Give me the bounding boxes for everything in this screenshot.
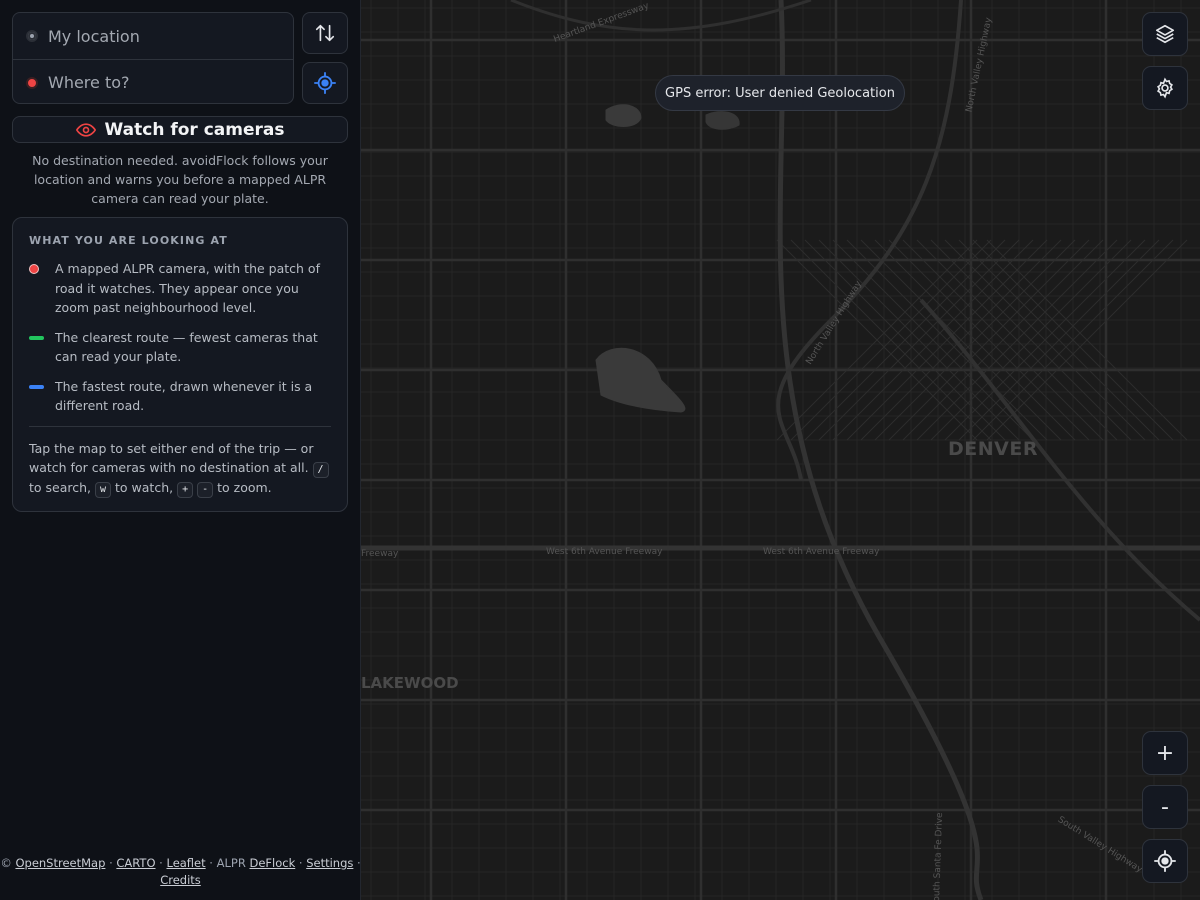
help-text-part: Tap the map to set either end of the tri…: [29, 440, 314, 475]
zoom-out-key-hint: -: [197, 481, 214, 498]
copyright-symbol: ©: [0, 856, 12, 870]
destination-input[interactable]: Where to?: [48, 73, 130, 92]
crosshair-icon: [1154, 850, 1176, 872]
carto-link[interactable]: CARTO: [116, 856, 155, 870]
help-text-part: to search,: [29, 479, 92, 495]
separator: ·: [109, 856, 113, 870]
legend-item-text: The clearest route — fewest cameras that…: [55, 329, 318, 365]
road-label: Freeway: [361, 549, 399, 559]
green-line-icon: [29, 335, 44, 340]
legend-help-text: Tap the map to set either end of the tri…: [29, 439, 331, 498]
destination-dot-icon: [26, 76, 38, 89]
watch-for-cameras-button[interactable]: Watch for cameras: [12, 116, 348, 143]
search-key-hint: /: [312, 461, 329, 478]
separator: ·: [159, 856, 163, 870]
watch-description: No destination needed. avoidFlock follow…: [32, 153, 328, 206]
recenter-button[interactable]: [1142, 839, 1188, 883]
legend-item-clearest-route: The clearest route — fewest cameras that…: [29, 328, 331, 367]
watch-button-label: Watch for cameras: [104, 119, 285, 140]
crosshair-icon: [314, 72, 336, 94]
legend-item-fastest-route: The fastest route, drawn whenever it is …: [29, 377, 331, 416]
legend-item-text: A mapped ALPR camera, with the patch of …: [55, 261, 320, 315]
alpr-label: ALPR: [216, 856, 246, 870]
zoom-in-button[interactable]: +: [1142, 731, 1188, 775]
use-my-location-button[interactable]: [302, 62, 348, 104]
layers-icon: [1155, 24, 1175, 44]
legend-item-camera: A mapped ALPR camera, with the patch of …: [29, 259, 331, 318]
legend-divider: [29, 425, 331, 427]
attribution-footer: © OpenStreetMap · CARTO · Leaflet · ALPR…: [0, 855, 361, 889]
legend-title: WHAT YOU ARE LOOKING AT: [29, 234, 228, 247]
road-label: West 6th Avenue Freeway: [546, 547, 663, 557]
map-tiles[interactable]: [361, 0, 1200, 900]
sidebar: My location Where to? Watch for cameras …: [0, 0, 361, 900]
eye-icon: [75, 122, 96, 137]
city-label-lakewood: LAKEWOOD: [361, 674, 459, 692]
gps-error-toast: GPS error: User denied Geolocation: [655, 75, 905, 111]
settings-link[interactable]: Settings: [306, 856, 353, 870]
route-input-box: My location Where to?: [12, 12, 294, 104]
settings-button[interactable]: [1142, 66, 1188, 110]
destination-field[interactable]: Where to?: [13, 59, 293, 105]
origin-input[interactable]: My location: [48, 27, 140, 46]
legend-panel: WHAT YOU ARE LOOKING AT A mapped ALPR ca…: [12, 217, 348, 512]
deflock-link[interactable]: DeFlock: [249, 856, 295, 870]
camera-dot-icon: [29, 264, 39, 274]
help-text-part: to zoom.: [217, 479, 272, 495]
map-canvas[interactable]: DENVER LAKEWOOD Heartland Expressway Nor…: [361, 0, 1200, 900]
legend-item-text: The fastest route, drawn whenever it is …: [55, 378, 313, 414]
swap-button[interactable]: [302, 12, 348, 54]
zoom-out-button[interactable]: -: [1142, 785, 1188, 829]
watch-key-hint: w: [95, 481, 112, 498]
road-label: West 6th Avenue Freeway: [763, 547, 880, 557]
credits-link[interactable]: Credits: [160, 873, 201, 887]
gear-icon: [1157, 77, 1173, 99]
zoom-in-key-hint: +: [177, 481, 194, 498]
help-text-part: to watch,: [115, 479, 174, 495]
openstreetmap-link[interactable]: OpenStreetMap: [15, 856, 105, 870]
separator: ·: [298, 856, 303, 870]
city-label-denver: DENVER: [948, 438, 1038, 460]
leaflet-link[interactable]: Leaflet: [166, 856, 205, 870]
layers-button[interactable]: [1142, 12, 1188, 56]
swap-arrows-icon: [315, 24, 335, 42]
separator: ·: [209, 856, 213, 870]
origin-field[interactable]: My location: [13, 13, 293, 59]
blue-line-icon: [29, 384, 44, 389]
origin-dot-icon: [26, 30, 38, 42]
